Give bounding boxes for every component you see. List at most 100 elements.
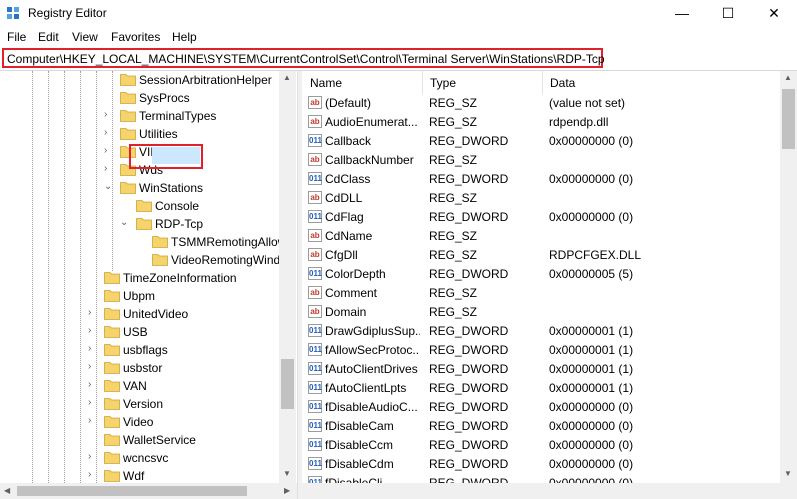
column-type[interactable]: Type: [422, 71, 542, 94]
menu-help[interactable]: Help: [172, 30, 197, 44]
tree-item[interactable]: › Version: [0, 395, 279, 413]
registry-tree[interactable]: SessionArbitrationHelper SysProcs › Termina…: [0, 71, 279, 483]
folder-icon: [152, 254, 168, 266]
tree-item[interactable]: › wcncsvc: [0, 449, 279, 467]
list-item[interactable]: ab (Default) REG_SZ (value not set): [302, 94, 780, 113]
value-type: REG_DWORD: [429, 400, 509, 414]
tree-item[interactable]: VideoRemotingWind: [0, 251, 279, 269]
scrollbar-thumb[interactable]: [782, 89, 795, 149]
folder-icon: [104, 344, 120, 356]
tree-item[interactable]: TSMMRemotingAllow: [0, 233, 279, 251]
list-item[interactable]: ab AudioEnumerat... REG_SZ rdpendp.dll: [302, 113, 780, 132]
list-item[interactable]: 011 fDisableCli... REG_DWORD 0x00000000 (0): [302, 474, 780, 483]
tree-item[interactable]: › usbstor: [0, 359, 279, 377]
list-item[interactable]: 011 fDisableCdm REG_DWORD 0x00000000 (0): [302, 455, 780, 474]
scroll-down-icon[interactable]: ▼: [283, 469, 291, 478]
list-item[interactable]: ab CfgDll REG_SZ RDPCFGEX.DLL: [302, 246, 780, 265]
chevron-down-icon[interactable]: ⌄: [120, 217, 130, 229]
list-item[interactable]: 011 fDisableCcm REG_DWORD 0x00000000 (0): [302, 436, 780, 455]
list-item[interactable]: 011 CdClass REG_DWORD 0x00000000 (0): [302, 170, 780, 189]
reg-dword-icon: 011: [308, 476, 322, 483]
chevron-right-icon[interactable]: ›: [104, 127, 114, 139]
scroll-up-icon[interactable]: ▲: [283, 73, 291, 82]
chevron-right-icon[interactable]: ›: [88, 379, 98, 391]
close-button[interactable]: ✕: [751, 0, 797, 26]
list-item[interactable]: 011 fAutoClientLpts REG_DWORD 0x00000001 (1…: [302, 379, 780, 398]
chevron-right-icon[interactable]: ›: [88, 415, 98, 427]
value-type: REG_DWORD: [429, 324, 509, 338]
tree-item[interactable]: WalletService: [0, 431, 279, 449]
column-data[interactable]: Data: [542, 71, 780, 94]
scroll-right-icon[interactable]: ▶: [284, 486, 290, 495]
minimize-button[interactable]: —: [659, 0, 705, 26]
tree-item-label: Version: [123, 397, 164, 411]
tree-item[interactable]: Console: [0, 197, 279, 215]
value-type: REG_DWORD: [429, 457, 509, 471]
menu-favorites[interactable]: Favorites: [111, 30, 160, 44]
chevron-right-icon[interactable]: ›: [104, 109, 114, 121]
tree-item[interactable]: › Video: [0, 413, 279, 431]
scrollbar-thumb[interactable]: [17, 486, 247, 496]
list-item[interactable]: 011 fDisableAudioC... REG_DWORD 0x00000000 …: [302, 398, 780, 417]
chevron-right-icon[interactable]: ›: [88, 307, 98, 319]
reg-dword-icon: 011: [308, 134, 322, 147]
list-item[interactable]: ab Comment REG_SZ: [302, 284, 780, 303]
value-name: CdClass: [325, 172, 371, 186]
list-item[interactable]: 011 fAllowSecProtoc... REG_DWORD 0x00000001…: [302, 341, 780, 360]
address-path[interactable]: Computer\HKEY_LOCAL_MACHINE\SYSTEM\Curre…: [7, 52, 605, 66]
tree-horizontal-scrollbar[interactable]: ◀ ▶: [0, 483, 297, 499]
list-horizontal-scrollbar[interactable]: [301, 483, 797, 499]
tree-item[interactable]: ⌄ RDP-Tcp: [0, 215, 279, 233]
list-item[interactable]: 011 CdFlag REG_DWORD 0x00000000 (0): [302, 208, 780, 227]
scroll-down-icon[interactable]: ▼: [784, 469, 792, 478]
chevron-right-icon[interactable]: ›: [104, 145, 114, 157]
tree-item[interactable]: Ubpm: [0, 287, 279, 305]
chevron-right-icon[interactable]: ›: [88, 361, 98, 373]
list-item[interactable]: 011 DrawGdiplusSup... REG_DWORD 0x00000001 …: [302, 322, 780, 341]
chevron-right-icon[interactable]: ›: [104, 163, 114, 175]
tree-item[interactable]: TimeZoneInformation: [0, 269, 279, 287]
chevron-down-icon[interactable]: ⌄: [104, 181, 114, 193]
list-item[interactable]: 011 Callback REG_DWORD 0x00000000 (0): [302, 132, 780, 151]
chevron-right-icon[interactable]: ›: [88, 469, 98, 481]
tree-item[interactable]: › Utilities: [0, 125, 279, 143]
scroll-up-icon[interactable]: ▲: [784, 73, 792, 82]
list-item[interactable]: ab CdName REG_SZ: [302, 227, 780, 246]
chevron-right-icon[interactable]: ›: [88, 343, 98, 355]
tree-item[interactable]: › TerminalTypes: [0, 107, 279, 125]
folder-icon: [104, 398, 120, 410]
tree-item[interactable]: SessionArbitrationHelper: [0, 71, 279, 89]
values-list[interactable]: Name Type Data ab (Default) REG_SZ (value n…: [302, 71, 780, 483]
tree-item[interactable]: ⌄ WinStations: [0, 179, 279, 197]
tree-item[interactable]: › Wdf: [0, 467, 279, 483]
list-item[interactable]: 011 ColorDepth REG_DWORD 0x00000005 (5): [302, 265, 780, 284]
folder-icon: [120, 182, 136, 194]
column-name[interactable]: Name: [302, 71, 422, 94]
list-vertical-scrollbar[interactable]: ▲ ▼: [780, 71, 797, 483]
maximize-button[interactable]: ☐: [705, 0, 751, 26]
value-data: 0x00000000 (0): [549, 210, 634, 224]
tree-item-label: SessionArbitrationHelper: [139, 73, 272, 87]
list-item[interactable]: ab CdDLL REG_SZ: [302, 189, 780, 208]
tree-item[interactable]: › VAN: [0, 377, 279, 395]
tree-vertical-scrollbar[interactable]: ▲ ▼: [279, 71, 296, 483]
menu-file[interactable]: File: [7, 30, 26, 44]
tree-item[interactable]: › UnitedVideo: [0, 305, 279, 323]
tree-item[interactable]: › USB: [0, 323, 279, 341]
value-name: CallbackNumber: [325, 153, 414, 167]
tree-item[interactable]: › usbflags: [0, 341, 279, 359]
list-item[interactable]: 011 fDisableCam REG_DWORD 0x00000000 (0): [302, 417, 780, 436]
scrollbar-thumb[interactable]: [281, 359, 294, 409]
tree-item-label: UnitedVideo: [123, 307, 189, 321]
chevron-right-icon[interactable]: ›: [88, 451, 98, 463]
address-bar[interactable]: Computer\HKEY_LOCAL_MACHINE\SYSTEM\Curre…: [2, 48, 605, 68]
list-item[interactable]: 011 fAutoClientDrives REG_DWORD 0x00000001 …: [302, 360, 780, 379]
list-item[interactable]: ab Domain REG_SZ: [302, 303, 780, 322]
menu-edit[interactable]: Edit: [38, 30, 59, 44]
chevron-right-icon[interactable]: ›: [88, 397, 98, 409]
menu-view[interactable]: View: [72, 30, 98, 44]
tree-item[interactable]: SysProcs: [0, 89, 279, 107]
chevron-right-icon[interactable]: ›: [88, 325, 98, 337]
scroll-left-icon[interactable]: ◀: [4, 486, 10, 495]
list-item[interactable]: ab CallbackNumber REG_SZ: [302, 151, 780, 170]
